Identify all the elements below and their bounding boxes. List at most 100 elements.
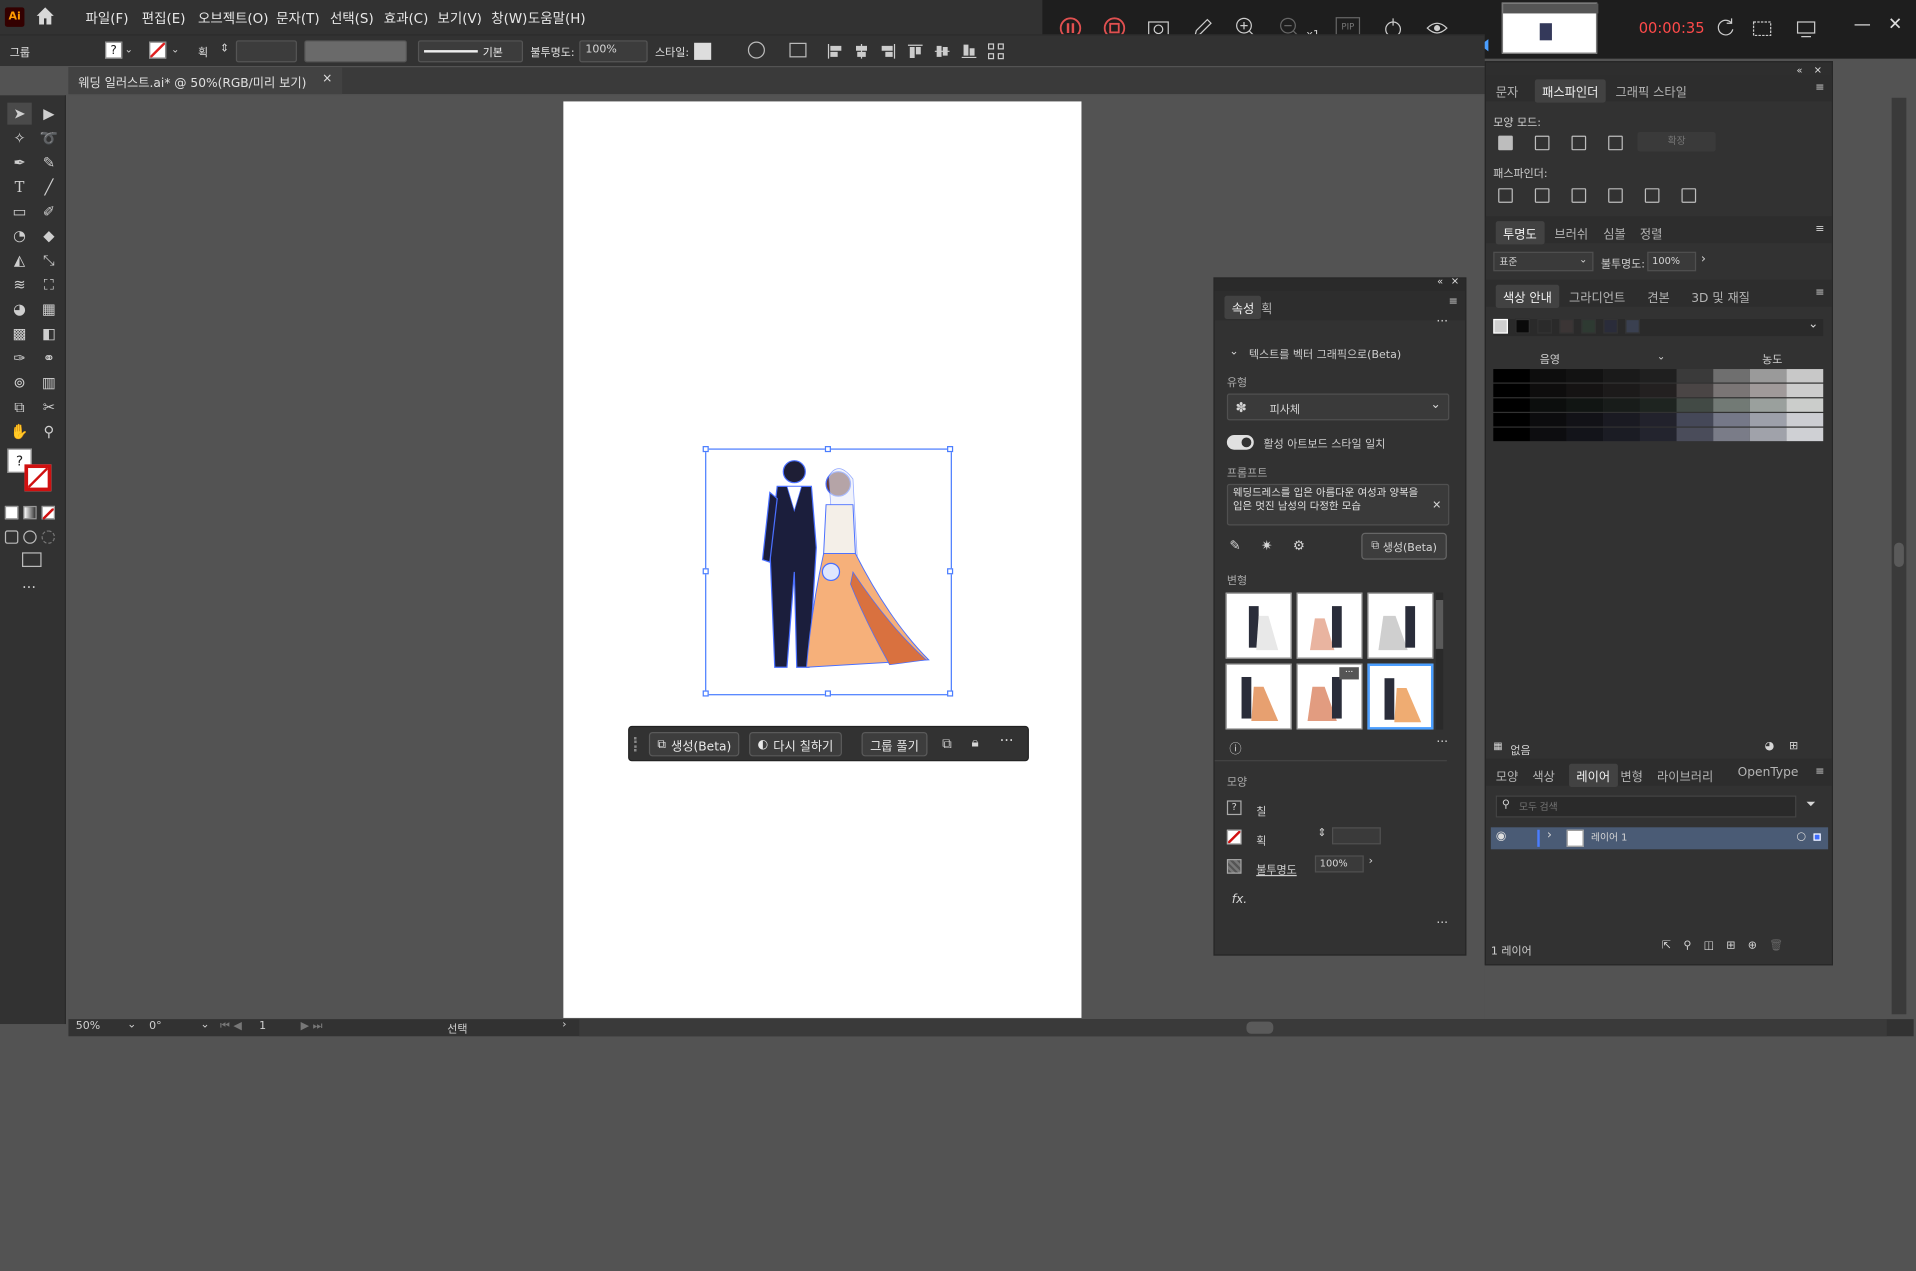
close-icon[interactable]: ✕ — [1888, 15, 1902, 35]
color-variation-swatch[interactable] — [1493, 398, 1530, 412]
tab-color_guide_panel-2[interactable]: 견본 — [1647, 287, 1669, 305]
more-options-icon[interactable]: ··· — [1436, 315, 1448, 328]
base-color-swatch[interactable] — [1603, 318, 1618, 334]
resize-handle[interactable] — [947, 446, 954, 453]
horizontal-scrollbar[interactable] — [579, 1019, 1887, 1037]
tab-right_panel_top-1[interactable]: 패스파인더 — [1534, 79, 1606, 103]
stroke-icon[interactable] — [1226, 829, 1242, 845]
new-sublayer-icon[interactable]: ⊞ — [1726, 940, 1735, 952]
curvature-tool-icon[interactable]: ✎ — [37, 152, 61, 174]
selection-bounding-box[interactable] — [702, 446, 954, 697]
mesh-tool-icon[interactable]: ▩ — [7, 323, 31, 345]
color-variation-swatch[interactable] — [1749, 427, 1787, 442]
color-variation-swatch[interactable] — [1529, 369, 1567, 383]
align-vcenter-icon[interactable] — [934, 43, 951, 60]
export-icon[interactable]: ⇱ — [1662, 940, 1671, 952]
color-variation-swatch[interactable] — [1786, 398, 1824, 412]
color-variation-swatch[interactable] — [1713, 398, 1750, 412]
selection-tool-icon[interactable]: ➤ — [7, 102, 32, 125]
align-right-icon[interactable] — [880, 43, 897, 60]
panel-menu-icon[interactable]: ≡ — [1815, 82, 1824, 94]
style-picker-icon[interactable]: ✎ — [1229, 538, 1240, 554]
resize-handle[interactable] — [702, 568, 709, 575]
resize-handle[interactable] — [947, 690, 954, 697]
color-variation-swatch[interactable] — [1749, 383, 1787, 398]
visibility-eye-icon[interactable]: ◉ — [1496, 830, 1507, 843]
variation-thumbnail[interactable] — [1225, 592, 1292, 659]
selection-indicator[interactable] — [1813, 833, 1821, 841]
color-variation-swatch[interactable] — [1676, 383, 1714, 398]
layer-name[interactable]: 레이어 1 — [1591, 831, 1627, 844]
tab-layers_panel-2[interactable]: 레이어 — [1569, 763, 1618, 787]
divide-icon[interactable] — [1498, 188, 1513, 203]
variation-thumbnail[interactable] — [1367, 663, 1434, 730]
slice-tool-icon[interactable]: ✂ — [37, 396, 61, 418]
color-variation-swatch[interactable] — [1603, 398, 1640, 412]
close-tab-icon[interactable]: × — [322, 72, 332, 85]
base-color-swatch[interactable] — [1515, 318, 1530, 334]
new-layer-icon[interactable]: ⊕ — [1748, 940, 1757, 952]
variations-scrollbar[interactable] — [1435, 592, 1444, 730]
color-variation-swatch[interactable] — [1566, 383, 1604, 398]
stroke-weight-stepper[interactable]: ⇕ — [220, 43, 229, 55]
resize-handle[interactable] — [824, 690, 831, 697]
reflect-tool-icon[interactable]: ◭ — [7, 249, 31, 271]
color-variation-swatch[interactable] — [1566, 413, 1604, 427]
refresh-icon[interactable] — [1712, 15, 1739, 42]
align-top-icon[interactable] — [907, 43, 924, 60]
align-hcenter-icon[interactable] — [853, 43, 870, 60]
brush-definition[interactable]: 기본 — [417, 40, 524, 63]
color-mode-icon[interactable] — [4, 505, 19, 520]
color-variation-swatch[interactable] — [1566, 427, 1604, 442]
draw-inside-icon[interactable] — [41, 530, 55, 544]
tab-right_panel_top-2[interactable]: 그래픽 스타일 — [1615, 82, 1686, 100]
base-color-swatch[interactable] — [1493, 318, 1508, 334]
color-variation-swatch[interactable] — [1529, 383, 1567, 398]
tab-layers_panel-3[interactable]: 변형 — [1620, 766, 1642, 784]
layers-search[interactable]: ⚲ — [1495, 795, 1797, 818]
color-variation-swatch[interactable] — [1713, 369, 1750, 383]
tab-layers_panel-0[interactable]: 모양 — [1496, 766, 1518, 784]
recolor-button[interactable]: ◐ 다시 칠하기 — [749, 731, 842, 757]
align-bottom-icon[interactable] — [960, 43, 977, 60]
menu-item[interactable]: 창(W) — [491, 9, 527, 29]
options-icon[interactable] — [1793, 15, 1820, 42]
artboard-nav-next[interactable]: ▶ ⏭ — [301, 1020, 323, 1032]
tab-properties_panel-1[interactable]: 획 — [1261, 298, 1272, 316]
lock-icon[interactable]: 🔒︎ — [971, 734, 978, 751]
drag-handle[interactable] — [634, 736, 639, 752]
tab-transparency_panel-3[interactable]: 정렬 — [1640, 224, 1662, 242]
menu-item[interactable]: 오브젝트(O) — [198, 9, 269, 29]
color-variation-swatch[interactable] — [1786, 413, 1824, 427]
more-options-icon[interactable]: ··· — [1436, 917, 1448, 930]
menu-item[interactable]: 파일(F) — [86, 9, 129, 29]
menu-item[interactable]: 도움말(H) — [528, 9, 586, 29]
color-variation-swatch[interactable] — [1786, 383, 1824, 398]
tab-color_guide_panel-1[interactable]: 그라디언트 — [1569, 287, 1625, 305]
document-tab[interactable]: 웨딩 일러스트.ai* @ 50%(RGB/미리 보기) × — [68, 67, 343, 95]
collapse-icon[interactable]: « — [1437, 276, 1443, 287]
edit-colors-icon[interactable]: ◕ — [1765, 741, 1775, 753]
resize-handle[interactable] — [702, 446, 709, 453]
type-tool-icon[interactable]: T — [7, 176, 31, 198]
symbol-sprayer-tool-icon[interactable]: ⊚ — [7, 371, 31, 393]
hand-tool-icon[interactable]: ✋ — [7, 420, 31, 442]
stroke-color-icon[interactable] — [24, 464, 52, 492]
gear-icon[interactable]: ⚙ — [1293, 538, 1305, 554]
clear-prompt-icon[interactable]: ✕ — [1432, 500, 1441, 512]
variation-thumbnail[interactable] — [1367, 592, 1434, 659]
menu-item[interactable]: 편집(E) — [142, 9, 186, 29]
color-variation-swatch[interactable] — [1639, 413, 1677, 427]
color-variation-swatch[interactable] — [1786, 369, 1824, 383]
unite-icon[interactable] — [1498, 135, 1513, 151]
target-icon[interactable]: ○ — [1797, 831, 1807, 843]
eraser-tool-icon[interactable]: ◆ — [37, 225, 61, 247]
exclude-icon[interactable] — [1608, 135, 1623, 151]
color-variation-swatch[interactable] — [1493, 413, 1530, 427]
zoom-level-field[interactable]: 50% — [76, 1020, 100, 1032]
minus-back-icon[interactable] — [1681, 188, 1697, 203]
opacity-input[interactable]: 100% — [1647, 251, 1697, 272]
tab-transparency_panel-2[interactable]: 심볼 — [1603, 224, 1625, 242]
locate-object-icon[interactable]: ⚲ — [1683, 940, 1691, 952]
layers-search-input[interactable] — [1518, 797, 1788, 816]
